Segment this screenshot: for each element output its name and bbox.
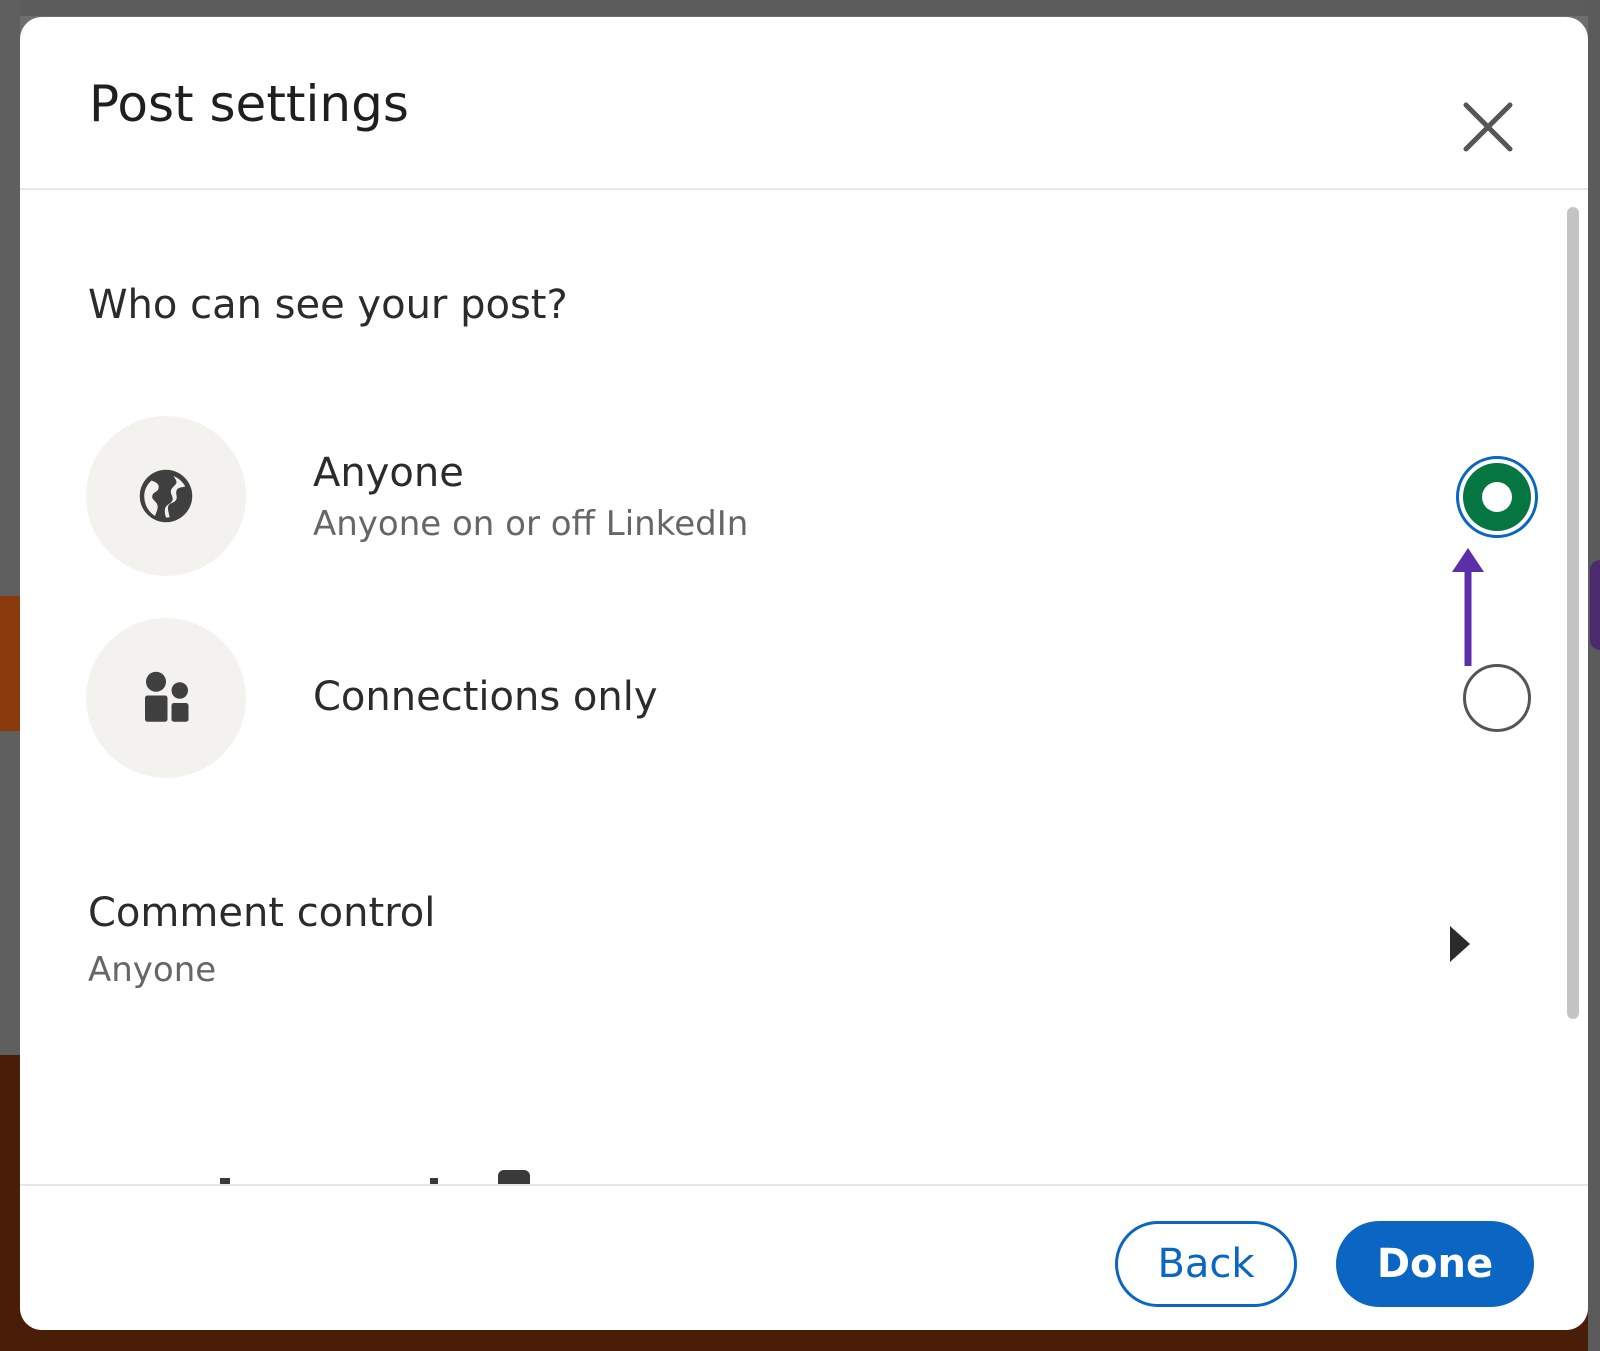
background-avatar (1590, 560, 1600, 650)
radio-fill (1463, 463, 1531, 531)
visibility-option-connections[interactable]: Connections only (86, 618, 1536, 778)
globe-icon (139, 469, 193, 523)
option-subtitle: Anyone on or off LinkedIn (313, 504, 749, 544)
background-image (0, 596, 20, 731)
dialog-header: Post settings (20, 17, 1588, 190)
close-button[interactable] (1460, 99, 1516, 155)
option-icon-container (86, 618, 246, 778)
close-icon (1463, 102, 1513, 152)
comment-control-value: Anyone (88, 950, 217, 990)
people-icon (145, 671, 189, 722)
annotation-arrow-icon (1452, 548, 1484, 666)
dialog-title: Post settings (89, 75, 409, 133)
dialog-scrollbar[interactable] (1567, 207, 1579, 1019)
comment-control-title: Comment control (88, 890, 436, 936)
dialog-footer: Back Done (20, 1184, 1588, 1330)
visibility-heading: Who can see your post? (88, 282, 568, 328)
background-page (0, 0, 1600, 16)
option-title: Connections only (313, 674, 658, 720)
done-button[interactable]: Done (1336, 1221, 1534, 1307)
visibility-option-anyone[interactable]: Anyone Anyone on or off LinkedIn (86, 416, 1538, 576)
radio-anyone-selected[interactable] (1456, 456, 1538, 538)
dialog-body: Who can see your post? Anyone Anyone on … (20, 190, 1588, 1184)
back-button[interactable]: Back (1115, 1221, 1297, 1307)
chevron-right-icon (1450, 926, 1470, 962)
radio-connections[interactable] (1463, 664, 1531, 732)
comment-control-row[interactable]: Comment control Anyone (88, 890, 1508, 1000)
post-settings-dialog: Post settings Who can see your post? Any… (20, 17, 1588, 1330)
option-title: Anyone (313, 450, 464, 496)
cutoff-setting-row (90, 1148, 1490, 1184)
background-page (1588, 0, 1600, 1351)
option-icon-container (86, 416, 246, 576)
